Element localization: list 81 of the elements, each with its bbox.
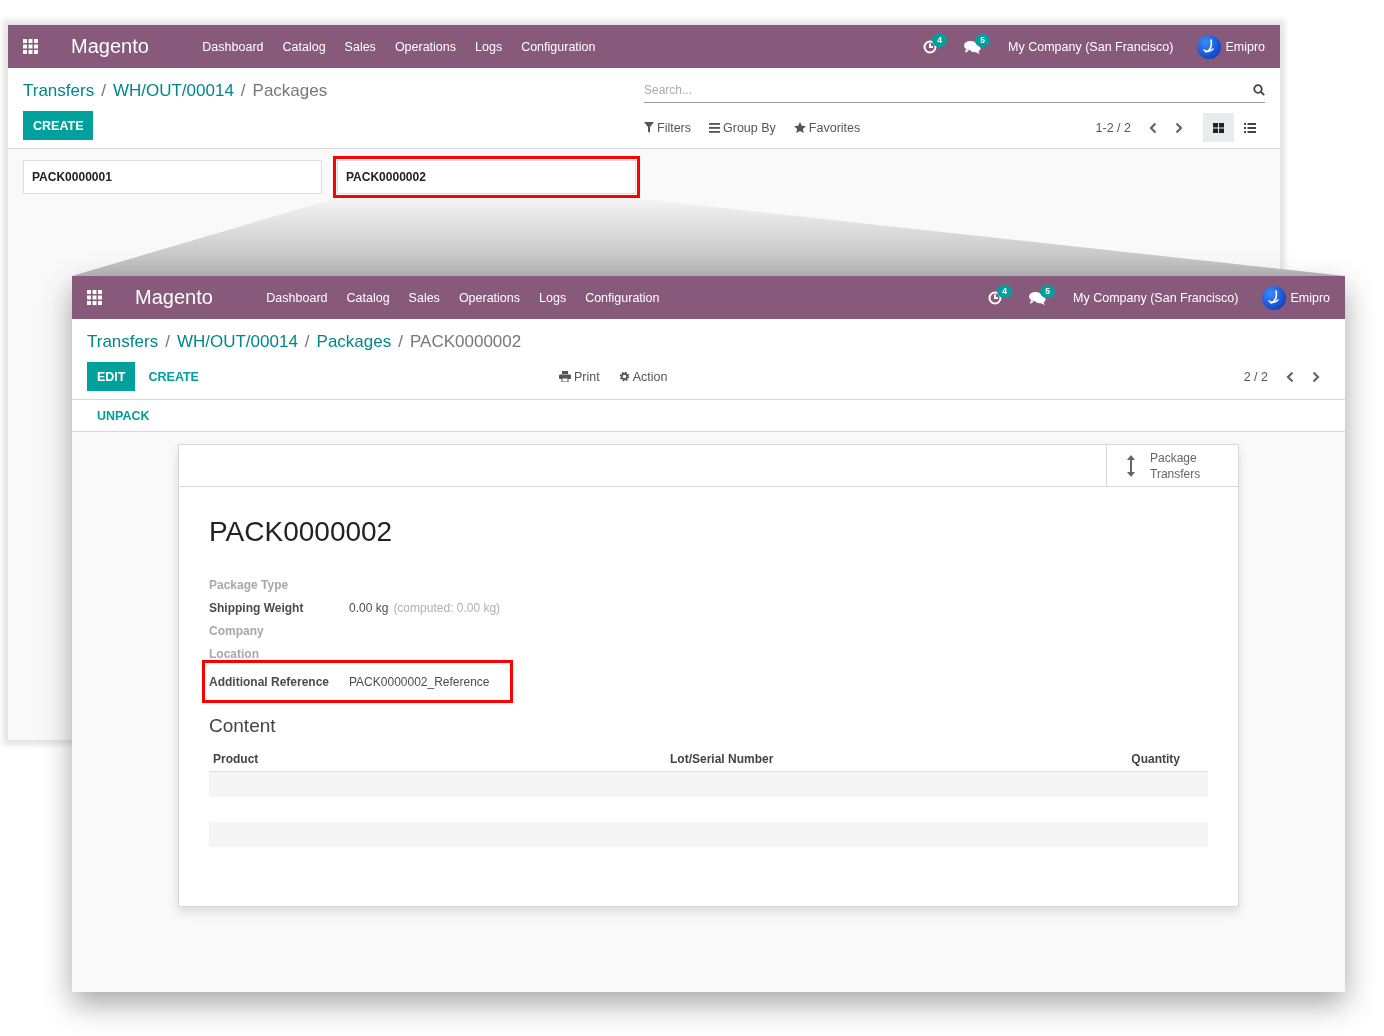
package-card[interactable]: PACK0000001 <box>23 160 322 194</box>
create-button[interactable]: CREATE <box>23 111 94 140</box>
app-name[interactable]: Magento <box>135 286 213 309</box>
chevron-left-icon[interactable] <box>1286 370 1294 383</box>
apps-menu-icon[interactable] <box>87 290 102 305</box>
breadcrumb-separator: / <box>304 332 310 351</box>
menu-item[interactable]: Operations <box>385 39 466 54</box>
search-icon[interactable] <box>1253 84 1265 96</box>
create-button[interactable]: CREATE <box>138 362 209 391</box>
count-badge: 4 <box>997 284 1013 298</box>
action-menu[interactable]: Action <box>632 369 668 384</box>
user-menu[interactable]: Emipro <box>1225 39 1265 54</box>
menu-item[interactable]: Dashboard <box>192 39 273 54</box>
breadcrumb-link[interactable]: WH/OUT/00014 <box>112 81 234 100</box>
field-label: Additional Reference <box>209 674 331 689</box>
user-menu[interactable]: Emipro <box>1290 290 1330 305</box>
menu-item[interactable]: Logs <box>529 290 576 305</box>
breadcrumb-separator: / <box>101 81 106 100</box>
menu-item[interactable]: Configuration <box>511 39 605 54</box>
breadcrumb-separator: / <box>240 81 246 100</box>
filter-icon <box>644 122 654 133</box>
field-label: Company <box>209 623 265 638</box>
count-badge: 4 <box>932 33 948 47</box>
bars-icon <box>709 122 721 133</box>
breadcrumb-current: PACK0000002 <box>410 332 522 351</box>
count-badge: 5 <box>975 33 991 47</box>
menu-item[interactable]: Logs <box>465 39 512 54</box>
breadcrumb-link[interactable]: Packages <box>316 332 392 351</box>
chevron-right-icon[interactable] <box>1312 370 1320 383</box>
apps-menu-icon[interactable] <box>23 39 38 54</box>
edit-button[interactable]: EDIT <box>87 362 136 391</box>
breadcrumb-separator: / <box>398 332 403 351</box>
search-option[interactable]: Favorites <box>808 120 861 135</box>
pager-value: 1-2 / 2 <box>1095 120 1131 135</box>
app-name[interactable]: Magento <box>71 35 149 58</box>
computed-note: (computed: 0.00 kg) <box>393 600 501 615</box>
clock-icon[interactable] <box>988 290 1003 305</box>
printer-icon <box>559 371 571 382</box>
menu-item[interactable]: Catalog <box>337 290 400 305</box>
count-badge: 5 <box>1040 284 1056 298</box>
record-title: PACK0000002 <box>209 515 394 549</box>
menu-item[interactable]: Operations <box>449 290 530 305</box>
vertical-arrows-icon <box>1127 454 1135 477</box>
list-icon <box>1243 122 1256 133</box>
field-label: Package Type <box>209 577 290 592</box>
search-option[interactable]: Filters <box>657 120 692 135</box>
kanban-view-button[interactable] <box>1203 113 1234 142</box>
menu-item[interactable]: Sales <box>335 39 386 54</box>
column-header: Product <box>213 751 260 766</box>
unpack-button[interactable]: UNPACK <box>87 401 160 430</box>
menu-item[interactable]: Catalog <box>273 39 336 54</box>
column-header: Lot/Serial Number <box>670 751 775 766</box>
menu-item[interactable]: Dashboard <box>256 290 337 305</box>
breadcrumb-link[interactable]: WH/OUT/00014 <box>176 332 298 351</box>
gear-icon <box>618 371 630 382</box>
section-title: Content <box>209 714 277 738</box>
print-menu[interactable]: Print <box>574 369 600 384</box>
field-label: Shipping Weight <box>209 600 305 615</box>
chevron-right-icon[interactable] <box>1175 121 1183 134</box>
avatar-icon[interactable] <box>1262 285 1287 310</box>
menu-item[interactable]: Sales <box>399 290 450 305</box>
company-switcher[interactable]: My Company (San Francisco) <box>1073 290 1239 305</box>
clock-icon[interactable] <box>923 39 938 54</box>
breadcrumb-current: Packages <box>252 81 328 100</box>
stat-button[interactable]: Package Transfers <box>1106 445 1238 486</box>
chevron-left-icon[interactable] <box>1149 121 1157 134</box>
company-switcher[interactable]: My Company (San Francisco) <box>1008 39 1174 54</box>
avatar-icon[interactable] <box>1197 34 1222 59</box>
package-card[interactable]: PACK0000002 <box>337 160 636 194</box>
search-option[interactable]: Group By <box>723 120 776 135</box>
field-value: PACK0000002_Reference <box>349 674 490 689</box>
column-header: Quantity <box>1130 751 1181 766</box>
breadcrumb-link[interactable]: Transfers <box>23 81 95 100</box>
menu-item[interactable]: Configuration <box>575 290 669 305</box>
field-label: Location <box>209 646 260 661</box>
squares-icon <box>1213 122 1224 133</box>
breadcrumb-separator: / <box>165 332 170 351</box>
star-icon <box>793 122 806 133</box>
pager-value: 2 / 2 <box>1243 369 1268 384</box>
breadcrumb-link[interactable]: Transfers <box>87 332 159 351</box>
field-value: 0.00 kg <box>349 600 389 615</box>
